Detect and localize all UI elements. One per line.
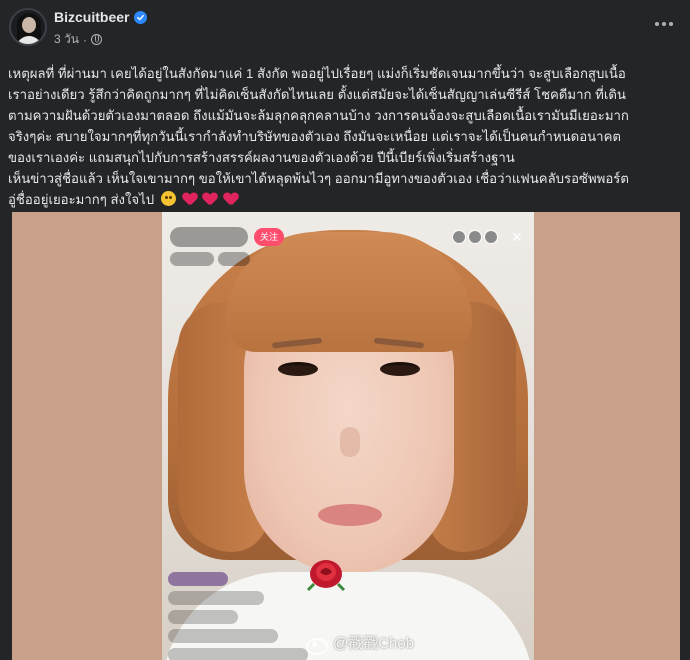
viewer-avatar — [468, 230, 482, 244]
author-avatar[interactable] — [9, 8, 47, 46]
author-name[interactable]: Bizcuitbeer — [54, 9, 129, 25]
live-stat — [170, 252, 214, 266]
caption-line: เหตุผลที่ ที่ผ่านมา เคยได้อยู่ในสังกัดมา… — [8, 66, 626, 81]
caption-line: อู่ชื่ออยู่เยอะมากๆ ส่งใจไป — [8, 192, 155, 207]
caption-line: เห็นข่าวสู่ชื่อแล้ว เห็นใจเขามากๆ ขอให้เ… — [8, 171, 629, 186]
caption-line: ตามความฝันด้วยตัวเองมาตลอด ถึงแม้มันจะล้… — [8, 108, 629, 123]
live-host-bar: 关注 — [170, 226, 285, 248]
caption-line: ของเราเองค่ะ แถมสนุกไปกับการสร้างสรรค์ผล… — [8, 150, 515, 165]
verified-badge-icon — [134, 10, 148, 24]
photo-border — [680, 212, 690, 660]
weibo-watermark: @戳戳Chob — [306, 632, 415, 655]
post-photo[interactable]: 关注 ✕ — [0, 212, 690, 660]
live-stat — [218, 252, 250, 266]
eye — [380, 362, 420, 376]
chat-message — [168, 591, 264, 605]
photo-border — [0, 212, 12, 660]
viewer-avatar — [452, 230, 466, 244]
dot-icon — [655, 22, 659, 26]
weibo-icon — [306, 635, 328, 655]
post-caption: เหตุผลที่ ที่ผ่านมา เคยได้อยู่ในสังกัดมา… — [8, 63, 686, 210]
chat-message — [168, 629, 278, 643]
live-chat — [168, 572, 318, 660]
pleading-face-emoji — [160, 191, 176, 206]
chat-message — [168, 572, 228, 586]
more-options-button[interactable] — [650, 14, 678, 34]
dot-icon — [662, 22, 666, 26]
dot-icon — [669, 22, 673, 26]
host-pill — [170, 227, 248, 247]
eye — [278, 362, 318, 376]
post-meta: 3 วัน · — [54, 30, 102, 49]
watermark-text: @戳戳Chob — [333, 635, 415, 652]
chat-message — [168, 610, 238, 624]
author-name-row: Bizcuitbeer — [54, 9, 148, 25]
facebook-post: Bizcuitbeer 3 วัน · เหตุผลที่ ที่ผ่านมา … — [0, 0, 690, 660]
livestream-screenshot: 关注 ✕ — [162, 212, 534, 660]
caption-line: จริงๆค่ะ สบายใจมากๆที่ทุกวันนี้เรากำลังท… — [8, 129, 621, 144]
heart-emoji — [203, 193, 217, 206]
heart-emoji — [224, 193, 238, 206]
chat-message — [168, 648, 308, 660]
post-header: Bizcuitbeer 3 วัน · — [0, 0, 690, 56]
viewer-avatar — [484, 230, 498, 244]
lips — [318, 504, 382, 526]
close-icon: ✕ — [511, 229, 523, 245]
caption-line: เราอย่างเดียว รู้สึกว่าคิดถูกมากๆ ที่ไม่… — [8, 87, 626, 102]
viewer-avatars — [452, 230, 498, 244]
follow-button: 关注 — [254, 228, 285, 246]
heart-emoji — [183, 193, 197, 206]
post-timestamp[interactable]: 3 วัน — [54, 30, 79, 49]
globe-icon — [90, 34, 102, 45]
caption-line-last: อู่ชื่ออยู่เยอะมากๆ ส่งใจไป — [8, 189, 686, 210]
